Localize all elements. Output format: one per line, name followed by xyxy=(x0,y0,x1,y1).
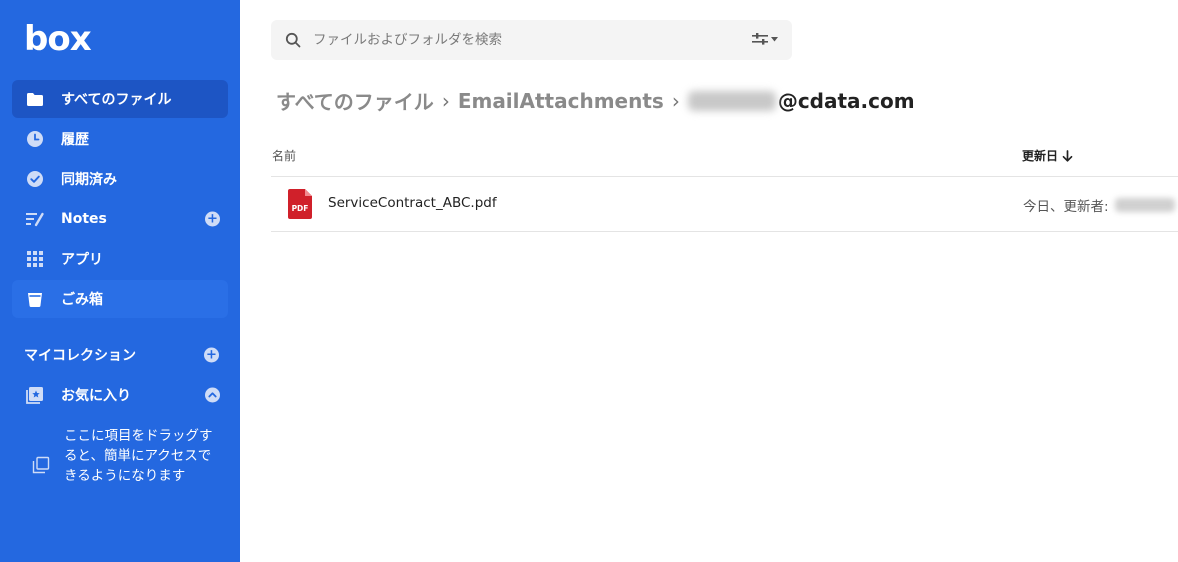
sidebar-item-label: ごみ箱 xyxy=(61,292,103,308)
breadcrumb-separator-icon: › xyxy=(441,88,450,113)
breadcrumb-separator-icon: › xyxy=(671,88,680,113)
row-divider xyxy=(271,231,1178,232)
collapse-favorites-chevron-up-icon[interactable] xyxy=(205,387,220,403)
favorites-label: お気に入り xyxy=(61,388,131,404)
trash-icon xyxy=(25,289,45,309)
search-icon xyxy=(285,32,301,48)
favorites-hint-text: ここに項目をドラッグすると、簡単にアクセスできるようになります xyxy=(64,428,213,484)
add-collection-button[interactable]: + xyxy=(204,347,219,363)
redacted-username xyxy=(687,90,776,111)
file-updated-info: 今日、更新者: xyxy=(1023,195,1175,215)
sidebar-item-label: アプリ xyxy=(61,252,103,268)
sidebar-item-label: すべてのファイル xyxy=(61,92,172,108)
sidebar-item-label: Notes xyxy=(61,211,107,227)
sidebar-item-synced[interactable]: 同期済み xyxy=(12,160,228,198)
breadcrumb: すべてのファイル › EmailAttachments › @cdata.com xyxy=(276,86,915,115)
sidebar-item-trash[interactable]: ごみ箱 xyxy=(12,280,228,318)
pdf-file-type: PDF xyxy=(292,204,309,213)
box-logo[interactable]: box xyxy=(24,22,92,56)
file-updated-text: 今日、更新者: xyxy=(1023,199,1109,215)
sidebar-item-label: 同期済み xyxy=(61,172,117,188)
column-header-name[interactable]: 名前 xyxy=(272,147,296,164)
search-bar[interactable] xyxy=(271,20,792,60)
clock-icon xyxy=(25,129,45,149)
folder-icon xyxy=(25,89,45,109)
sidebar-item-history[interactable]: 履歴 xyxy=(12,120,228,158)
pdf-file-icon: PDF xyxy=(288,189,312,219)
add-note-button[interactable]: + xyxy=(205,211,220,227)
sort-arrow-down-icon xyxy=(1062,149,1073,162)
file-name[interactable]: ServiceContract_ABC.pdf xyxy=(328,195,497,211)
favorites-header[interactable]: お気に入り xyxy=(12,376,228,414)
column-header-updated-label: 更新日 xyxy=(1022,149,1059,163)
favorites-star-icon xyxy=(25,385,45,405)
breadcrumb-folder[interactable]: EmailAttachments xyxy=(458,89,664,113)
column-header-updated[interactable]: 更新日 xyxy=(1022,147,1073,164)
favorites-empty-hint: ここに項目をドラッグすると、簡単にアクセスできるようになります xyxy=(32,426,222,486)
sliders-icon xyxy=(752,33,768,45)
breadcrumb-root[interactable]: すべてのファイル xyxy=(276,86,434,115)
redacted-updater xyxy=(1114,198,1175,212)
grid-icon xyxy=(25,249,45,269)
check-circle-icon xyxy=(25,169,45,189)
search-input[interactable] xyxy=(313,32,733,48)
sidebar-item-notes[interactable]: Notes + xyxy=(12,200,228,238)
sidebar-item-apps[interactable]: アプリ xyxy=(12,240,228,278)
table-row[interactable]: PDF ServiceContract_ABC.pdf 今日、更新者: xyxy=(271,177,1178,231)
my-collections-header[interactable]: マイコレクション + xyxy=(24,343,228,367)
search-filter-button[interactable] xyxy=(752,33,778,45)
breadcrumb-current: @cdata.com xyxy=(777,88,915,113)
sidebar: box すべてのファイル 履歴 同期済み Notes + アプリ ごみ箱 マイコ… xyxy=(0,0,240,562)
sidebar-item-all-files[interactable]: すべてのファイル xyxy=(12,80,228,118)
my-collections-label: マイコレクション xyxy=(24,348,136,364)
copy-placeholder-icon xyxy=(32,456,50,486)
notes-icon xyxy=(25,209,45,229)
sidebar-item-label: 履歴 xyxy=(61,132,89,148)
caret-down-icon xyxy=(771,36,778,41)
